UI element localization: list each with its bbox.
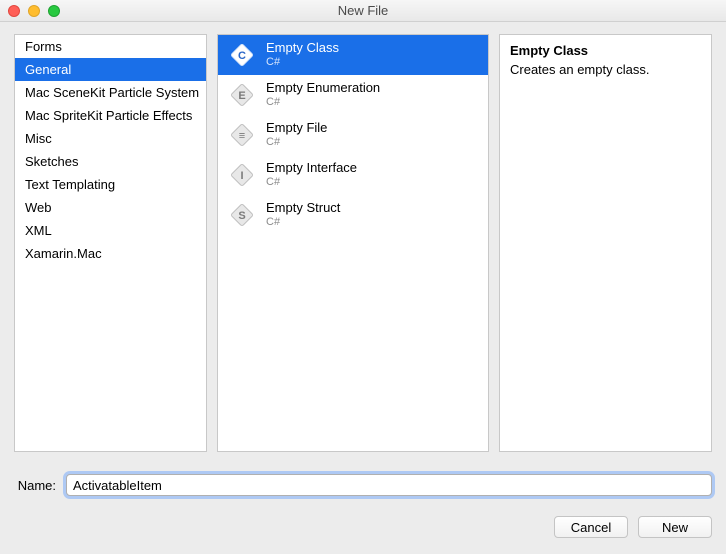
category-item[interactable]: General	[15, 58, 206, 81]
category-item[interactable]: Mac SceneKit Particle System	[15, 81, 206, 104]
template-sublabel: C#	[266, 96, 380, 109]
name-label: Name:	[14, 478, 56, 493]
category-item[interactable]: Web	[15, 196, 206, 219]
category-item[interactable]: Forms	[15, 35, 206, 58]
cancel-button[interactable]: Cancel	[554, 516, 628, 538]
zoom-icon[interactable]	[48, 5, 60, 17]
template-label: Empty Enumeration	[266, 81, 380, 96]
window-title: New File	[0, 3, 726, 18]
category-item[interactable]: Sketches	[15, 150, 206, 173]
category-item[interactable]: Mac SpriteKit Particle Effects	[15, 104, 206, 127]
new-button[interactable]: New	[638, 516, 712, 538]
svg-text:≡: ≡	[239, 130, 245, 142]
category-item[interactable]: Misc	[15, 127, 206, 150]
template-sublabel: C#	[266, 136, 327, 149]
close-icon[interactable]	[8, 5, 20, 17]
category-item[interactable]: Xamarin.Mac	[15, 242, 206, 265]
preview-description: Creates an empty class.	[510, 62, 701, 77]
struct-icon: S	[228, 201, 256, 229]
name-row: Name:	[14, 474, 712, 496]
svg-text:I: I	[240, 170, 243, 182]
file-icon: ≡	[228, 121, 256, 149]
template-sublabel: C#	[266, 56, 339, 69]
preview-title: Empty Class	[510, 43, 701, 58]
button-row: Cancel New	[14, 516, 712, 538]
category-item[interactable]: XML	[15, 219, 206, 242]
svg-text:C: C	[238, 50, 246, 62]
template-label: Empty Struct	[266, 201, 340, 216]
titlebar: New File	[0, 0, 726, 22]
minimize-icon[interactable]	[28, 5, 40, 17]
svg-text:S: S	[238, 210, 245, 222]
window-controls	[0, 5, 60, 17]
template-item[interactable]: C Empty ClassC#	[218, 35, 488, 75]
template-item[interactable]: ≡ Empty FileC#	[218, 115, 488, 155]
dialog-content: FormsGeneralMac SceneKit Particle System…	[0, 22, 726, 552]
class-icon: C	[228, 41, 256, 69]
interface-icon: I	[228, 161, 256, 189]
template-label: Empty Interface	[266, 161, 357, 176]
template-label: Empty Class	[266, 41, 339, 56]
enum-icon: E	[228, 81, 256, 109]
template-sublabel: C#	[266, 216, 340, 229]
template-list[interactable]: C Empty ClassC# E Empty EnumerationC# ≡ …	[217, 34, 489, 452]
category-list[interactable]: FormsGeneralMac SceneKit Particle System…	[14, 34, 207, 452]
template-label: Empty File	[266, 121, 327, 136]
name-input[interactable]	[66, 474, 712, 496]
template-item[interactable]: E Empty EnumerationC#	[218, 75, 488, 115]
category-item[interactable]: Text Templating	[15, 173, 206, 196]
template-sublabel: C#	[266, 176, 357, 189]
svg-text:E: E	[238, 90, 245, 102]
template-item[interactable]: I Empty InterfaceC#	[218, 155, 488, 195]
template-item[interactable]: S Empty StructC#	[218, 195, 488, 235]
preview-panel: Empty Class Creates an empty class.	[499, 34, 712, 452]
